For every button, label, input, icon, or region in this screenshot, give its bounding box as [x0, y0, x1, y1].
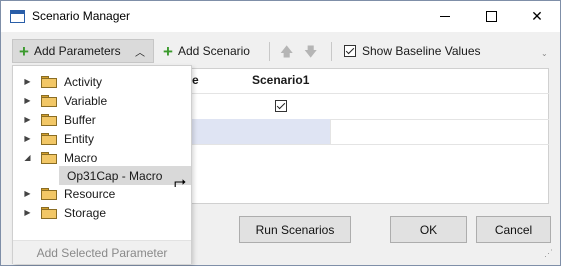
folder-icon: [41, 188, 57, 200]
column-header-partial[interactable]: e: [192, 69, 199, 92]
tree-item-op31cap-macro[interactable]: Op31Cap - Macro: [59, 166, 191, 185]
tree-item-label: Entity: [64, 131, 95, 146]
mouse-pointer-icon: ⮣: [174, 173, 187, 190]
tree-item-label: Op31Cap - Macro: [67, 168, 163, 183]
close-icon: ✕: [531, 8, 543, 24]
minimize-button[interactable]: [422, 1, 468, 32]
toolbar-divider: [269, 42, 270, 61]
add-parameters-button[interactable]: + Add Parameters ︿: [12, 39, 154, 63]
folder-icon: [41, 114, 57, 126]
show-baseline-label: Show Baseline Values: [362, 44, 481, 58]
toolbar-divider: [331, 42, 332, 61]
plus-icon: +: [163, 41, 173, 61]
window-icon: [10, 10, 25, 23]
folder-icon: [41, 133, 57, 145]
resize-grip-icon[interactable]: ⋰: [544, 248, 553, 259]
table-row[interactable]: [192, 119, 549, 145]
arrow-down-icon: 🡇: [304, 44, 318, 59]
expand-icon[interactable]: ▶: [23, 96, 32, 105]
overflow-chevron-icon[interactable]: ⌄: [541, 49, 548, 58]
tree-item-macro[interactable]: ◢ Macro: [13, 148, 191, 167]
tree-item-label: Resource: [64, 186, 116, 201]
add-parameters-dropdown: ▶ Activity ▶ Variable ▶ Buffer ▶ Entity …: [12, 65, 192, 264]
move-down-button[interactable]: 🡇: [304, 43, 317, 65]
checkbox-checked-icon[interactable]: [344, 45, 356, 57]
selected-cell[interactable]: [192, 119, 330, 144]
add-parameters-label: Add Parameters: [33, 44, 121, 58]
tree-item-variable[interactable]: ▶ Variable: [13, 91, 191, 110]
folder-icon: [41, 76, 57, 88]
tree-item-label: Activity: [64, 74, 103, 89]
expand-icon[interactable]: ▶: [23, 189, 32, 198]
title-bar: Scenario Manager ✕: [1, 1, 560, 32]
move-up-button[interactable]: 🡅: [280, 43, 293, 65]
expand-icon[interactable]: ▶: [23, 115, 32, 124]
close-button[interactable]: ✕: [514, 1, 560, 32]
toolbar: + Add Parameters ︿ + Add Scenario 🡅 🡇 Sh…: [1, 37, 560, 67]
ok-button[interactable]: OK: [390, 216, 467, 243]
plus-icon: +: [19, 41, 29, 61]
expand-icon[interactable]: ▶: [23, 134, 32, 143]
scenario-grid[interactable]: e Scenario1: [191, 68, 549, 204]
tree-item-resource[interactable]: ▶ Resource: [13, 184, 191, 203]
tree-item-label: Buffer: [64, 112, 96, 127]
expand-icon[interactable]: ▶: [23, 208, 32, 217]
expand-icon[interactable]: ▶: [23, 77, 32, 86]
add-scenario-label: Add Scenario: [177, 44, 250, 58]
folder-icon: [41, 207, 57, 219]
tree-item-label: Storage: [64, 205, 107, 220]
table-row[interactable]: [192, 93, 549, 120]
collapse-icon[interactable]: ◢: [23, 153, 32, 162]
scenario-manager-window: Scenario Manager ✕ + Add Parameters ︿ + …: [0, 0, 561, 266]
tree-item-label: Macro: [64, 150, 98, 165]
window-title: Scenario Manager: [32, 9, 131, 23]
chevron-up-icon: ︿: [135, 47, 145, 59]
scenario1-checkbox-cell[interactable]: [275, 100, 287, 115]
show-baseline-toggle[interactable]: Show Baseline Values: [344, 39, 481, 63]
folder-icon: [41, 95, 57, 107]
add-scenario-button[interactable]: + Add Scenario: [157, 39, 250, 63]
maximize-button[interactable]: [468, 1, 514, 32]
column-header-scenario1[interactable]: Scenario1: [252, 69, 309, 92]
tree-item-label: Variable: [64, 93, 108, 108]
checkbox-checked-icon[interactable]: [275, 100, 287, 112]
tree-item-buffer[interactable]: ▶ Buffer: [13, 110, 191, 129]
tree-item-storage[interactable]: ▶ Storage: [13, 203, 191, 222]
tree-item-entity[interactable]: ▶ Entity: [13, 129, 191, 148]
arrow-up-icon: 🡅: [280, 44, 294, 59]
cancel-button[interactable]: Cancel: [476, 216, 551, 243]
cell-divider: [330, 119, 331, 144]
add-selected-parameter-button[interactable]: Add Selected Parameter: [13, 240, 191, 264]
folder-open-icon: [41, 152, 57, 164]
maximize-icon: [485, 11, 497, 22]
minimize-icon: [440, 16, 450, 17]
tree-item-activity[interactable]: ▶ Activity: [13, 72, 191, 91]
run-scenarios-button[interactable]: Run Scenarios: [239, 216, 351, 243]
